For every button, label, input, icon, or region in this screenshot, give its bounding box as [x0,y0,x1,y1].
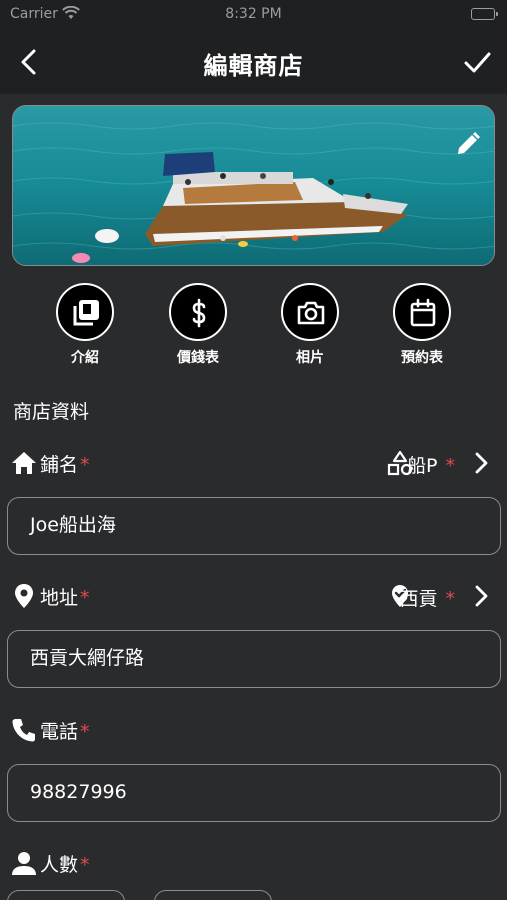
people-row: 人數 * [0,846,507,880]
intro-label: 介紹 [71,350,99,366]
gallery-icon [56,283,114,341]
price-list-label: 價錢表 [177,350,219,366]
address-input[interactable]: 西貢大網仔路 [7,630,501,688]
action-bar: 介紹 價錢表 相片 預約表 [0,283,507,373]
battery-icon [471,8,498,20]
navigation-bar: 編輯商店 [0,30,507,94]
photos-button[interactable]: 相片 [265,283,355,367]
shop-name-label: 鋪名 * [40,454,90,476]
checkmark-icon [464,52,491,73]
save-button[interactable] [461,46,493,78]
booking-button[interactable]: 預約表 [377,283,467,367]
people-label: 人數 * [40,854,90,876]
max-people-input[interactable] [154,890,272,900]
shop-name-row: 鋪名 * 船P * [0,446,507,480]
address-row: 地址 * 西貢 * [0,579,507,613]
calendar-icon [393,283,451,341]
phone-row: 電話 * [0,713,507,747]
person-icon [10,849,38,877]
dollar-icon [169,283,227,341]
district-selector[interactable]: 西貢 * [373,581,493,611]
booking-label: 預約表 [401,350,443,366]
chevron-right-icon [469,450,493,476]
camera-icon [281,283,339,341]
phone-icon [10,716,38,744]
min-people-input[interactable] [7,890,125,900]
phone-label: 電話 * [40,721,90,743]
pencil-icon [458,132,480,154]
edit-cover-button[interactable] [454,130,482,158]
price-list-button[interactable]: 價錢表 [153,283,243,367]
phone-input[interactable]: 98827996 [7,764,501,822]
clock: 8:32 PM [225,6,282,22]
chevron-right-icon [469,583,493,609]
cover-photo[interactable] [12,105,495,266]
home-icon [10,449,38,477]
photos-label: 相片 [296,350,324,366]
category-value: 船P * [406,455,455,477]
district-value: 西貢 * [399,588,455,610]
address-label: 地址 * [40,587,90,609]
location-pin-icon [10,582,38,610]
category-selector[interactable]: 船P * [373,448,493,478]
status-bar: Carrier 8:32 PM [0,0,507,30]
shop-name-input[interactable]: Joe船出海 [7,497,501,555]
intro-button[interactable]: 介紹 [40,283,130,367]
page-title: 編輯商店 [203,52,304,80]
boat-photo [13,106,494,265]
section-title: 商店資料 [13,401,90,423]
